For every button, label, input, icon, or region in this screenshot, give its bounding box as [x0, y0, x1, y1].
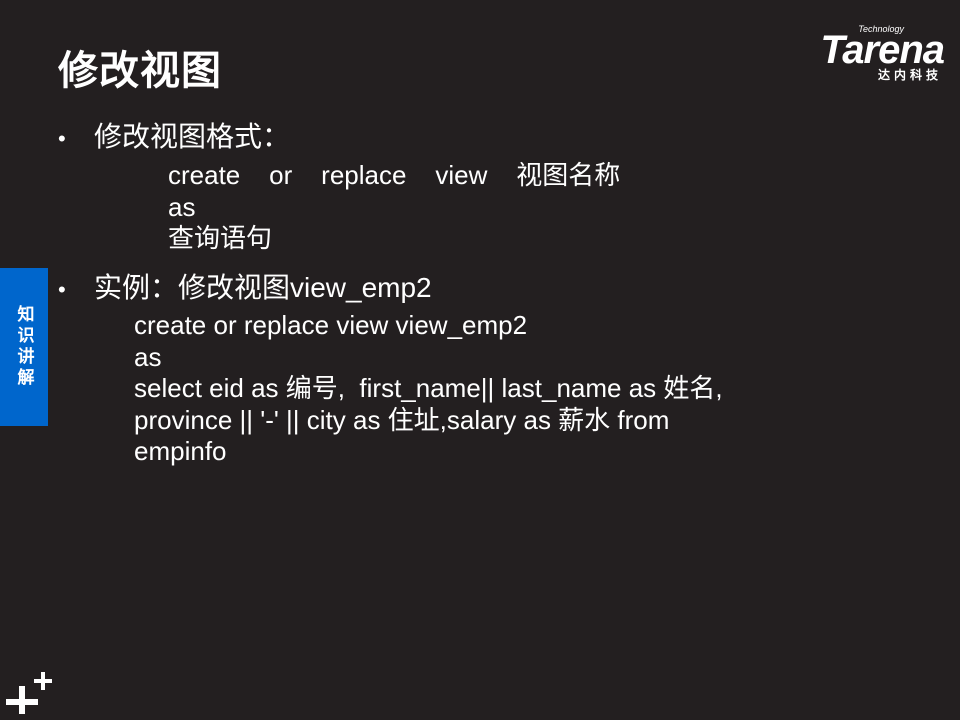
code-line: select eid as 编号, first_name|| last_name…	[134, 373, 723, 403]
side-tab-label: 知识讲解	[14, 305, 34, 389]
bullet-format-text: 修改视图格式：	[94, 121, 291, 152]
code-line: as	[168, 191, 196, 222]
bullet-dot-icon: •	[58, 126, 66, 151]
tarena-logo: Technology Tarena 达内科技	[774, 22, 945, 82]
code-line: province || '-' || city as 住址,salary as …	[134, 404, 670, 435]
plus-plus-icon	[6, 672, 52, 714]
code-line: create or replace view view_emp2	[134, 310, 528, 340]
bullet-format: • 修改视图格式：	[58, 120, 290, 156]
code-line: as	[134, 341, 162, 372]
example-code-block: create or replace view view_emp2 as sele…	[134, 310, 723, 468]
bullet-example-text: 实例：修改视图view_emp2	[94, 272, 432, 303]
logo-wordmark: Tarena	[820, 28, 945, 72]
bullet-example: • 实例：修改视图view_emp2	[58, 271, 432, 307]
code-line: 查询语句	[168, 223, 273, 253]
code-line: create or replace view 视图名称	[168, 160, 621, 190]
side-tab: 知识讲解	[0, 268, 48, 426]
logo-chinese: 达内科技	[877, 68, 942, 82]
format-code-block: create or replace view 视图名称 as 查询语句	[168, 160, 620, 255]
bullet-dot-icon: •	[58, 277, 66, 302]
code-line: empinfo	[134, 436, 227, 466]
slide-title: 修改视图	[58, 49, 222, 93]
